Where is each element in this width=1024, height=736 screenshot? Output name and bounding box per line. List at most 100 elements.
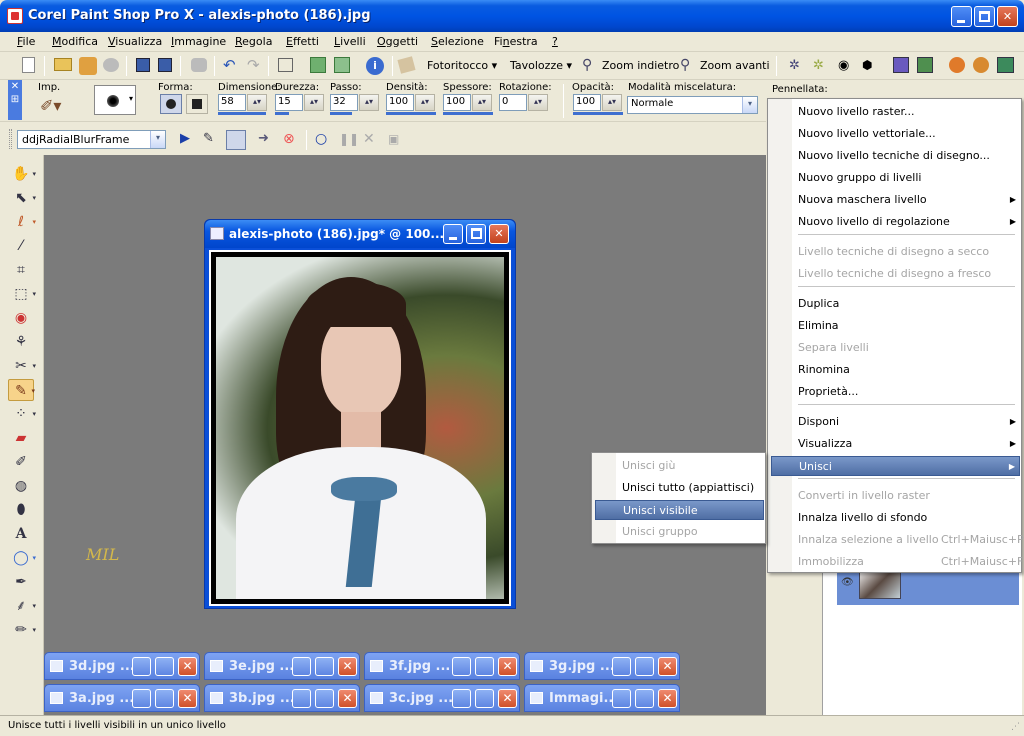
close-button[interactable]: ✕	[178, 657, 197, 676]
red-eye-tool-icon[interactable]: ◉	[8, 307, 34, 329]
menu-item-unisci[interactable]: Unisci ▶	[771, 456, 1020, 476]
dimensione-spinner[interactable]: ▴▾	[247, 94, 267, 111]
menu-item-converti-in-livello-raster[interactable]: Converti in livello raster	[771, 486, 1020, 506]
doc-maximize-button[interactable]	[466, 224, 486, 244]
minimized-window[interactable]: 3a.jpg ... ✕	[44, 684, 200, 712]
save-icon[interactable]	[136, 58, 150, 72]
menu-item-immobilizza[interactable]: Immobilizza Ctrl+Maiusc+F	[771, 552, 1023, 572]
passo-input[interactable]: 32	[330, 94, 358, 111]
menu-oggetti[interactable]: Oggetti	[377, 35, 418, 48]
brush-tip-preview[interactable]: ▾	[94, 85, 136, 115]
filmstrip-icon[interactable]	[917, 57, 933, 73]
durezza-slider[interactable]	[275, 112, 289, 115]
menu-finestra[interactable]: Finestra	[494, 35, 538, 48]
menu-item-nuovo-livello-vettoriale[interactable]: Nuovo livello vettoriale...	[771, 124, 1020, 144]
menu-selezione[interactable]: Selezione	[431, 35, 484, 48]
menu-item-livello-tecniche-di-disegno-a-secco[interactable]: Livello tecniche di disegno a secco	[771, 242, 1020, 262]
red-eye-icon[interactable]: ◉	[838, 58, 856, 76]
run-script-folder-icon[interactable]: ➜	[258, 131, 276, 149]
script-select[interactable]: ddjRadialBlurFrame ▾	[17, 130, 166, 149]
menu-item-duplica[interactable]: Duplica	[771, 294, 1020, 314]
rotazione-spinner[interactable]: ▴▾	[528, 94, 548, 111]
edit-script-icon[interactable]: ✎	[203, 131, 221, 149]
save-record-icon[interactable]: ▣	[388, 131, 406, 149]
restore-button[interactable]	[292, 689, 311, 708]
minimized-window[interactable]: 3c.jpg ... ✕	[364, 684, 520, 712]
effects-icon[interactable]: ✲	[789, 58, 807, 76]
menu-immagine[interactable]: Immagine	[171, 35, 226, 48]
airbrush-tool-icon[interactable]: ⁘ ▾	[8, 403, 36, 425]
densita-slider[interactable]	[386, 112, 436, 115]
menu-item-nuovo-gruppo-di-livelli[interactable]: Nuovo gruppo di livelli	[771, 168, 1020, 188]
menu-item-nuova-maschera-livello[interactable]: Nuova maschera livello ▶	[771, 190, 1020, 210]
restore-button[interactable]	[452, 689, 471, 708]
close-button[interactable]: ✕	[658, 689, 677, 708]
effects-browser-icon[interactable]: ✲	[813, 58, 831, 76]
makeover-tool-icon[interactable]: ⚘	[8, 331, 34, 353]
menu-item-unisci-giù[interactable]: Unisci giù	[595, 456, 764, 476]
crop-tool-icon[interactable]: ⌗	[8, 259, 34, 281]
round-shape-button[interactable]	[160, 94, 182, 114]
densita-spinner[interactable]: ▴▾	[415, 94, 435, 111]
move-tool-icon[interactable]: ⬚ ▾	[8, 283, 36, 305]
pan-tool-icon[interactable]: ✋ ▾	[8, 163, 36, 185]
pencil-tool-icon[interactable]: ✏ ▾	[8, 619, 36, 641]
menu-item-unisci-tutto-appiattisci[interactable]: Unisci tutto (appiattisci)	[595, 478, 764, 498]
redo-icon[interactable]: ↷	[247, 58, 265, 76]
close-button[interactable]: ✕	[658, 657, 677, 676]
spessore-input[interactable]: 100	[443, 94, 471, 111]
menu-item-livello-tecniche-di-disegno-a-fresco[interactable]: Livello tecniche di disegno a fresco	[771, 264, 1020, 284]
blend-mode-select[interactable]: Normale ▾	[627, 96, 758, 114]
menu-file[interactable]: File	[17, 35, 35, 48]
resize-icon[interactable]	[310, 57, 326, 73]
record-icon[interactable]: ○	[315, 131, 333, 149]
zoom-in-button[interactable]: Zoom avanti	[700, 59, 770, 72]
print-icon[interactable]	[191, 58, 207, 72]
maximize-button[interactable]	[315, 689, 334, 708]
pick-tool-icon[interactable]: ⬉ ▾	[8, 187, 36, 209]
cancel-record-icon[interactable]: ✕	[363, 131, 381, 149]
minimized-window[interactable]: 3e.jpg ... ✕	[204, 652, 360, 680]
zoom-out-icon[interactable]: ⚲	[582, 58, 600, 76]
clone-tool-icon[interactable]: ✂ ▾	[8, 355, 36, 377]
run-script-icon[interactable]: ▶	[180, 131, 198, 149]
photo-image[interactable]	[216, 257, 504, 599]
palette-grip[interactable]: ✕ ⊞	[8, 80, 22, 120]
menu-item-nuovo-livello-di-regolazione[interactable]: Nuovo livello di regolazione ▶	[771, 212, 1020, 232]
menu-regola[interactable]: Regola	[235, 35, 272, 48]
menu-item-innalza-selezione-a-livello[interactable]: Innalza selezione a livello Ctrl+Maiusc+P	[771, 530, 1024, 550]
doc-close-button[interactable]: ✕	[489, 224, 509, 244]
menu-item-nuovo-livello-tecniche-di-disegno[interactable]: Nuovo livello tecniche di disegno...	[771, 146, 1020, 166]
zoom-in-icon[interactable]: ⚲	[680, 58, 698, 76]
pause-icon[interactable]: ❚❚	[339, 131, 359, 149]
paint-brush-tool-icon[interactable]: ✎ ▾	[8, 379, 35, 401]
menu-item-nuovo-livello-raster[interactable]: Nuovo livello raster...	[771, 102, 1020, 122]
restore-button[interactable]	[612, 657, 631, 676]
square-shape-button[interactable]	[186, 94, 208, 114]
smudge-tool-icon[interactable]: ✐	[8, 451, 34, 473]
close-button[interactable]: ✕	[498, 657, 517, 676]
close-button[interactable]: ✕	[338, 689, 357, 708]
close-button[interactable]: ✕	[338, 657, 357, 676]
text-tool-icon[interactable]: A	[8, 523, 34, 545]
browse-icon[interactable]	[79, 57, 97, 75]
menu-effetti[interactable]: Effetti	[286, 35, 319, 48]
menu-visualizza[interactable]: Visualizza	[108, 35, 162, 48]
minimized-window[interactable]: 3f.jpg ... ✕	[364, 652, 520, 680]
art-media-tool-icon[interactable]: ⸙ ▾	[8, 595, 36, 617]
restore-button[interactable]	[132, 689, 151, 708]
opacita-slider[interactable]	[573, 112, 623, 115]
menu-item-rinomina[interactable]: Rinomina	[771, 360, 1020, 380]
app-icon[interactable]	[7, 8, 23, 24]
maximize-button[interactable]	[635, 657, 654, 676]
eraser-tool-icon[interactable]: ▰	[8, 427, 34, 449]
close-button[interactable]: ✕	[997, 6, 1018, 27]
crop-canvas-icon[interactable]	[278, 58, 293, 72]
minimized-window[interactable]: 3d.jpg ... ✕	[44, 652, 200, 680]
image-canvas[interactable]	[209, 250, 511, 606]
menu-item-unisci-visibile[interactable]: Unisci visibile	[595, 500, 764, 520]
densita-input[interactable]: 100	[386, 94, 414, 111]
menu-item-separa-livelli[interactable]: Separa livelli	[771, 338, 1020, 358]
maximize-button[interactable]	[315, 657, 334, 676]
dimensione-slider[interactable]	[218, 112, 266, 115]
